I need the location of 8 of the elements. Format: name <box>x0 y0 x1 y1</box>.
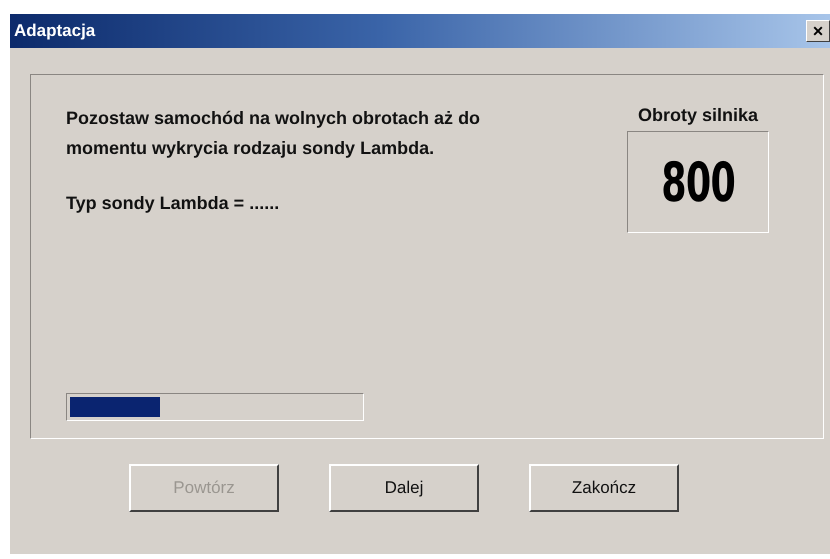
dialog-button[interactable]: Zakończ <box>529 464 679 512</box>
rpm-label: Obroty silnika <box>638 104 758 127</box>
rpm-value: 800 <box>661 150 735 214</box>
sensor-type-text: Typ sondy Lambda = ...... <box>66 192 280 215</box>
instruction-text: Pozostaw samochód na wolnych obrotach aż do momentu wykrycia rodzaju sondy Lambda. <box>66 107 482 160</box>
close-button[interactable]: × <box>806 20 830 42</box>
dialog-button[interactable]: Dalej <box>329 464 479 512</box>
window-title: Adaptacja <box>14 21 96 41</box>
